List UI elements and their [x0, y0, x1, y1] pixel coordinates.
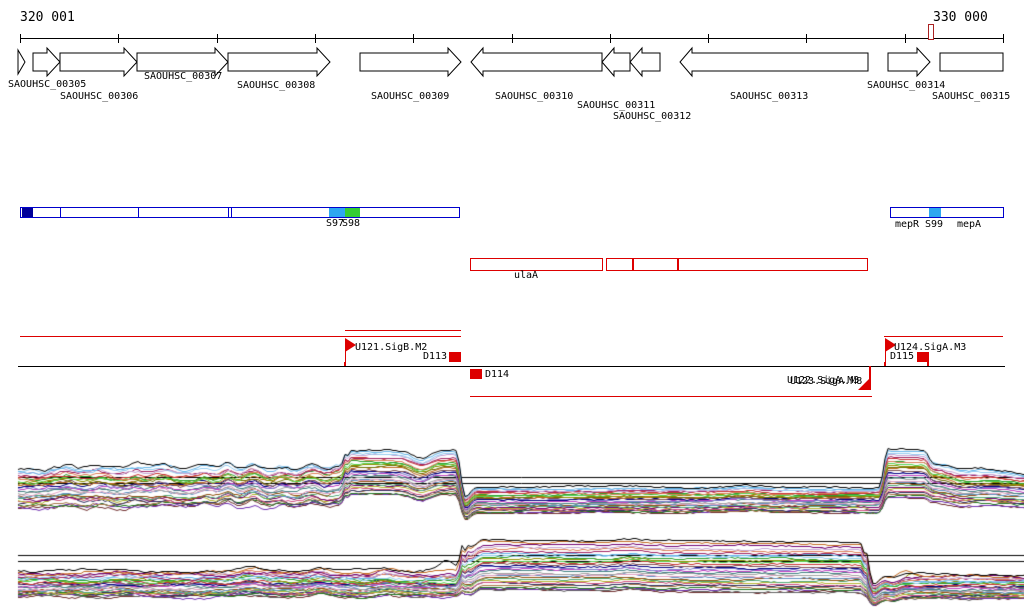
tss-terminator-track: [18, 330, 1005, 397]
terminator-marker[interactable]: [470, 369, 482, 379]
terminator-marker[interactable]: [449, 352, 461, 362]
gene-label: SAOUHSC_00315: [932, 91, 1011, 102]
tss-base-tick: [884, 362, 886, 366]
gene-label: SAOUHSC_00309: [371, 91, 450, 102]
tss-label: U121.SigB.M2: [355, 342, 428, 353]
genome-browser-screen: 320 001 330 000 S97 S98 mepR S99 mepA ulaA U…: [0, 0, 1024, 611]
gene-label: SAOUHSC_00314: [867, 80, 946, 91]
terminator-marker[interactable]: [917, 352, 929, 362]
gene-label: SAOUHSC_00313: [730, 91, 809, 102]
gene-label: SAOUHSC_00305: [8, 79, 87, 90]
gene-label: SAOUHSC_00311: [577, 100, 656, 111]
terminator-label: D114: [485, 369, 510, 380]
terminator-label: D115: [890, 351, 915, 362]
gene-label: SAOUHSC_00308: [237, 80, 316, 91]
gene-label: SAOUHSC_00310: [495, 91, 574, 102]
gene-label: SAOUHSC_00306: [60, 91, 139, 102]
terminator-label: D113: [423, 351, 448, 362]
gene-label: SAOUHSC_00307: [144, 71, 223, 82]
tss-base-tick: [927, 362, 929, 366]
tss-base-tick: [344, 362, 346, 366]
tss-label: U123.SigA.M8: [790, 376, 863, 387]
gene-label: SAOUHSC_00312: [613, 111, 692, 122]
